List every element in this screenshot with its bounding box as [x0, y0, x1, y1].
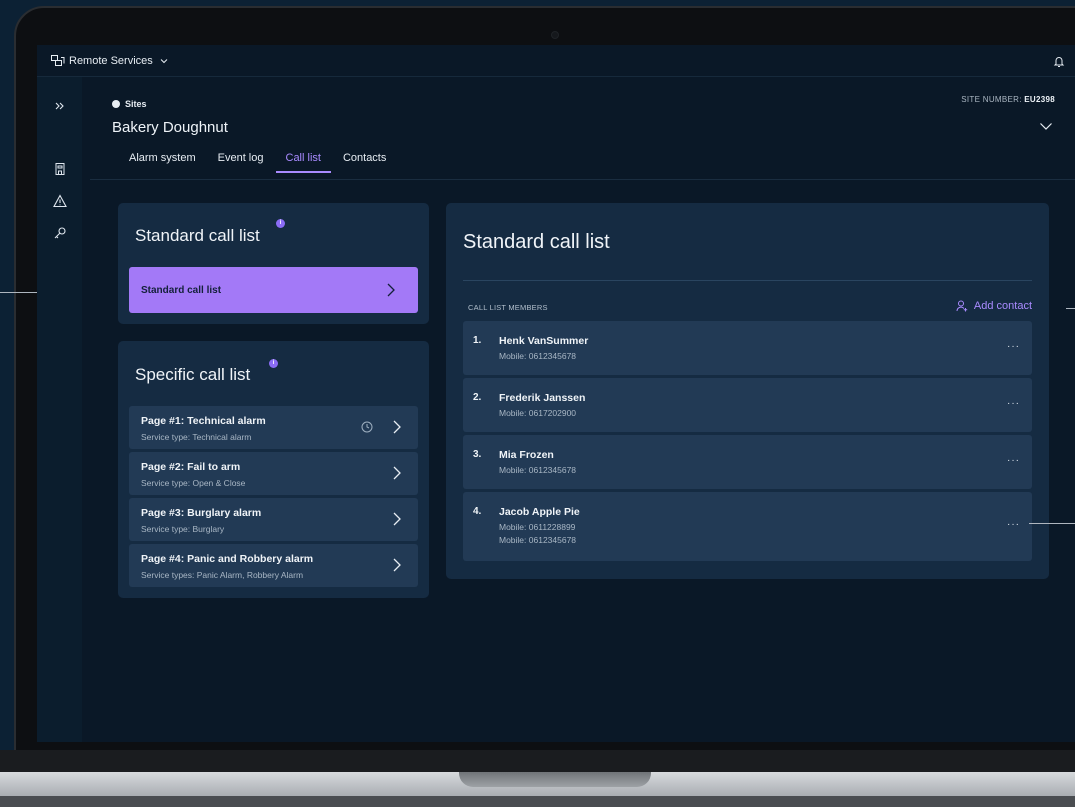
site-number: SITE NUMBER: EU2398: [961, 95, 1055, 104]
breadcrumb-label[interactable]: Sites: [125, 99, 147, 109]
back-icon: [112, 100, 120, 108]
page-item-title: Page #1: Technical alarm: [141, 415, 266, 427]
chevron-right-icon: [393, 558, 401, 572]
info-icon[interactable]: i: [276, 219, 285, 228]
member-name: Mia Frozen: [499, 449, 554, 461]
member-number: 1.: [473, 335, 482, 346]
laptop-notch: [459, 772, 651, 787]
member-name: Henk VanSummer: [499, 335, 589, 347]
member-number: 2.: [473, 392, 482, 403]
chevron-right-icon: [393, 512, 401, 526]
tab-bar: Alarm system Event log Call list Contact…: [118, 149, 397, 173]
page-item-title: Page #2: Fail to arm: [141, 461, 241, 473]
page-item-title: Page #4: Panic and Robbery alarm: [141, 553, 314, 565]
add-contact-button[interactable]: Add contact: [956, 300, 1032, 312]
page-item-service: Service type: Technical alarm: [141, 432, 252, 442]
detail-title: Standard call list: [463, 231, 610, 253]
call-list-page-item[interactable]: Page #2: Fail to arm Service type: Open …: [129, 452, 418, 495]
annotation-line: [1029, 523, 1075, 524]
call-list-member[interactable]: 3. Mia Frozen Mobile: 0612345678 ···: [463, 435, 1032, 489]
more-icon[interactable]: ···: [1007, 455, 1020, 466]
specific-call-list-panel: Specific call list i Page #1: Technical …: [118, 341, 429, 598]
more-icon[interactable]: ···: [1007, 341, 1020, 352]
chevron-down-icon[interactable]: [1039, 122, 1053, 131]
page-item-service: Service type: Burglary: [141, 524, 225, 534]
member-number: 3.: [473, 449, 482, 460]
laptop-camera: [551, 31, 559, 39]
tab-event-log[interactable]: Event log: [207, 149, 275, 173]
call-list-page-item[interactable]: Page #4: Panic and Robbery alarm Service…: [129, 544, 418, 587]
app-screen: Remote Services Sites Bakery Doughnut SI…: [37, 45, 1075, 742]
page-item-service: Service type: Open & Close: [141, 478, 246, 488]
member-phone: Mobile: 0612345678: [499, 465, 577, 475]
add-contact-label: Add contact: [973, 300, 1032, 312]
building-icon[interactable]: [53, 162, 67, 176]
members-label: CALL LIST MEMBERS: [468, 303, 548, 312]
laptop-hinge: [0, 750, 1075, 772]
divider: [463, 280, 1032, 281]
page-item-title: Page #3: Burglary alarm: [141, 507, 262, 519]
call-list-member[interactable]: 1. Henk VanSummer Mobile: 0612345678 ···: [463, 321, 1032, 375]
call-list-page-item[interactable]: Page #3: Burglary alarm Service type: Bu…: [129, 498, 418, 541]
member-phone: Mobile: 0612345678: [499, 351, 577, 361]
call-list-page-item[interactable]: Page #1: Technical alarm Service type: T…: [129, 406, 418, 449]
panel-title: Specific call list: [135, 365, 251, 384]
page-item-service: Service types: Panic Alarm, Robbery Alar…: [141, 570, 304, 580]
breadcrumb[interactable]: Sites: [112, 99, 147, 109]
chevron-right-icon: [387, 283, 395, 297]
divider: [90, 179, 1075, 180]
tab-alarm-system[interactable]: Alarm system: [118, 149, 207, 173]
tab-contacts[interactable]: Contacts: [332, 149, 397, 173]
sidebar: [37, 77, 82, 742]
call-list-member[interactable]: 4. Jacob Apple Pie Mobile: 0611228899 Mo…: [463, 492, 1032, 561]
call-list-member[interactable]: 2. Frederik Janssen Mobile: 0617202900 ·…: [463, 378, 1032, 432]
more-icon[interactable]: ···: [1007, 519, 1020, 530]
member-number: 4.: [473, 506, 482, 517]
annotation-line: [1066, 308, 1075, 309]
tab-call-list[interactable]: Call list: [275, 149, 332, 173]
app-name[interactable]: Remote Services: [69, 55, 153, 67]
add-user-icon: [956, 300, 968, 312]
member-phone: Mobile: 0612345678: [499, 535, 577, 545]
laptop-base-foot: [0, 796, 1075, 807]
bell-icon[interactable]: [1053, 55, 1065, 68]
page-title: Bakery Doughnut: [112, 119, 228, 136]
standard-call-list-item[interactable]: Standard call list: [129, 267, 418, 313]
member-name: Jacob Apple Pie: [499, 506, 580, 518]
top-bar: Remote Services: [37, 45, 1075, 77]
chevron-right-icon: [393, 420, 401, 434]
more-icon[interactable]: ···: [1007, 398, 1020, 409]
expand-sidebar-icon[interactable]: [53, 99, 67, 113]
member-phone: Mobile: 0611228899: [499, 522, 576, 532]
app-switch-icon[interactable]: [51, 54, 65, 67]
call-list-detail-panel: Standard call list CALL LIST MEMBERS Add…: [446, 203, 1049, 579]
panel-title: Standard call list: [135, 226, 260, 245]
item-label: Standard call list: [141, 284, 222, 296]
chevron-right-icon: [393, 466, 401, 480]
member-phone: Mobile: 0617202900: [499, 408, 577, 418]
info-icon[interactable]: i: [269, 359, 278, 368]
member-name: Frederik Janssen: [499, 392, 586, 404]
key-icon[interactable]: [53, 226, 67, 240]
chevron-down-icon[interactable]: [159, 56, 169, 66]
warning-icon[interactable]: [53, 194, 67, 208]
clock-icon: [361, 421, 373, 433]
site-number-label: SITE NUMBER:: [961, 95, 1022, 104]
site-number-value: EU2398: [1024, 95, 1055, 104]
standard-call-list-panel: Standard call list i Standard call list: [118, 203, 429, 324]
